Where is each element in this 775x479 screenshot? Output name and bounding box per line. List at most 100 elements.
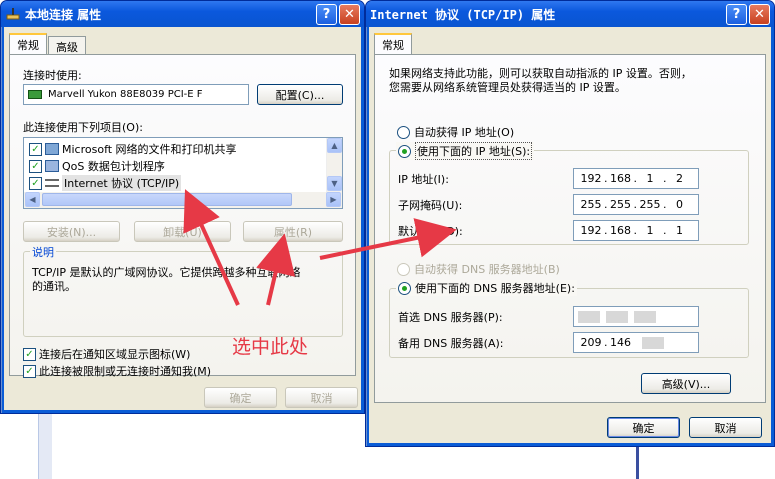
adapter-name: Marvell Yukon 88E8039 PCI-E F [48,89,203,100]
uninstall-button[interactable]: 卸载(U) [134,221,231,242]
left-title-bar: 本地连接 属性 ? ✕ [1,1,364,27]
mask-octet: 255 [639,198,661,211]
list-item-label: QoS 数据包计划程序 [62,160,165,173]
general-tab-page: 连接时使用: Marvell Yukon 88E8039 PCI-E F 配置(… [9,54,356,379]
description-group: 说明 TCP/IP 是默认的广域网协议。它提供跨越多种互联网络 的通讯。 [23,244,343,337]
dns-octet: 146 [610,336,631,349]
right-general-page: 如果网络支持此功能，则可以获取自动指派的 IP 设置。否则， 您需要从网络系统管… [374,54,766,403]
manual-ip-label: 使用下面的 IP 地址(S): [415,142,533,160]
mask-label: 子网掩码(U): [398,199,463,212]
right-client-area: 常规 如果网络支持此功能，则可以获取自动指派的 IP 设置。否则， 您需要从网络… [369,27,771,443]
share-icon [45,143,59,155]
show-icon-label: 连接后在通知区域显示图标(W) [39,348,191,361]
redacted-octet [641,336,664,349]
gateway-field[interactable]: 192. 168. 1. 1 [573,220,699,241]
annotation-text: 选中此处 [232,336,309,358]
checkbox-checked[interactable]: ✓ [29,142,42,156]
list-item[interactable]: ✓ Internet 协议 (TCP/IP) [29,175,182,191]
description-title: 说明 [30,244,56,260]
checkbox-checked[interactable]: ✓ [29,176,42,190]
right-cancel-button[interactable]: 取消 [689,417,762,438]
left-ok-button[interactable]: 确定 [204,387,277,408]
ip-address-field[interactable]: 192. 168. 1. 2 [573,168,699,189]
qos-icon [45,160,59,172]
mask-octet: 255 [610,198,631,211]
checkbox-checked[interactable]: ✓ [23,364,36,378]
left-tabs: 常规 高级 [9,33,87,55]
checkbox-checked[interactable]: ✓ [29,159,42,173]
intro-line-2: 您需要从网络系统管理员处获得适当的 IP 设置。 [389,81,626,94]
close-button[interactable]: ✕ [339,3,360,25]
advanced-button[interactable]: 高级(V)... [641,373,731,394]
manual-dns-label: 使用下面的 DNS 服务器地址(E): [415,282,575,295]
protocol-icon [45,179,59,187]
manual-ip-option[interactable]: 使用下面的 IP 地址(S): [396,142,535,160]
primary-dns-label: 首选 DNS 服务器(P): [398,311,503,324]
scroll-thumb[interactable] [42,193,292,206]
background-divider [38,408,52,479]
local-connection-properties-window: 本地连接 属性 ? ✕ 常规 高级 连接时使用: Marvell Yukon 8… [0,0,365,414]
dns-octet: 209 [580,336,602,349]
manual-dns-option[interactable]: 使用下面的 DNS 服务器地址(E): [396,280,577,296]
tab-advanced[interactable]: 高级 [48,36,86,55]
scroll-up-arrow-icon[interactable]: ▲ [327,138,342,153]
gateway-octet: 168 [610,224,631,237]
list-item[interactable]: ✓ Microsoft 网络的文件和打印机共享 [29,141,237,157]
left-cancel-button[interactable]: 取消 [285,387,358,408]
ip-octet: 192 [580,172,602,185]
help-button[interactable]: ? [726,3,747,25]
gateway-octet: 192 [580,224,602,237]
scroll-right-arrow-icon[interactable]: ▶ [326,192,341,207]
tab-general[interactable]: 常规 [374,33,412,54]
auto-dns-option[interactable]: 自动获得 DNS 服务器地址(B) [397,261,560,277]
close-button[interactable]: ✕ [749,3,770,25]
checkbox-checked[interactable]: ✓ [23,347,36,361]
gateway-label: 默认网关(D): [398,225,463,238]
secondary-dns-field[interactable]: 209. 146 [573,332,699,353]
auto-ip-label: 自动获得 IP 地址(O) [414,126,515,139]
adapter-field: Marvell Yukon 88E8039 PCI-E F [23,84,249,105]
primary-dns-field[interactable] [573,306,699,327]
radio-unselected[interactable] [397,125,410,139]
notify-label: 此连接被限制或无连接时通知我(M) [39,365,212,378]
items-label: 此连接使用下列项目(O): [23,121,143,134]
redacted-octet [578,310,600,323]
components-list: ✓ Microsoft 网络的文件和打印机共享 ✓ QoS 数据包计划程序 ✓ … [23,137,343,209]
ip-octet: 2 [676,172,683,185]
help-button[interactable]: ? [316,3,337,25]
subnet-mask-field[interactable]: 255. 255. 255. 0 [573,194,699,215]
install-button[interactable]: 安装(N)... [23,221,120,242]
auto-dns-label: 自动获得 DNS 服务器地址(B) [414,263,560,276]
tab-general[interactable]: 常规 [9,33,47,54]
scroll-down-arrow-icon[interactable]: ▼ [327,176,342,191]
dns-settings-group: 使用下面的 DNS 服务器地址(E): 首选 DNS 服务器(P): 备用 DN… [389,280,749,358]
left-window-title: 本地连接 属性 [25,7,102,22]
right-tabs: 常规 [374,33,413,54]
right-ok-button[interactable]: 确定 [607,417,680,438]
configure-button[interactable]: 配置(C)... [257,84,343,105]
radio-disabled[interactable] [397,262,410,276]
radio-selected[interactable] [398,144,411,158]
ip-label: IP 地址(I): [398,173,449,186]
scroll-left-arrow-icon[interactable]: ◀ [25,192,40,207]
show-icon-option[interactable]: ✓ 连接后在通知区域显示图标(W) [23,346,190,362]
mask-octet: 255 [580,198,602,211]
secondary-dns-label: 备用 DNS 服务器(A): [398,337,504,350]
description-line-2: 的通讯。 [32,280,76,293]
radio-selected[interactable] [398,281,411,295]
list-item-label: Internet 协议 (TCP/IP) [62,175,182,191]
right-title-bar: Internet 协议 (TCP/IP) 属性 ? ✕ [366,1,774,27]
redacted-octet [634,310,656,323]
list-item-label: Microsoft 网络的文件和打印机共享 [62,143,237,156]
redacted-octet [606,310,628,323]
properties-button[interactable]: 属性(R) [243,221,343,242]
network-connection-icon [5,6,21,22]
ip-settings-group: 使用下面的 IP 地址(S): IP 地址(I): 192. 168. 1. 2… [389,142,749,245]
tcpip-properties-window: Internet 协议 (TCP/IP) 属性 ? ✕ 常规 如果网络支持此功能… [365,0,775,447]
vertical-scrollbar[interactable]: ▲ ▼ [326,138,342,193]
horizontal-scrollbar[interactable]: ◀ ▶ [24,192,342,208]
network-adapter-icon [28,90,42,99]
auto-ip-option[interactable]: 自动获得 IP 地址(O) [397,124,514,140]
notify-option[interactable]: ✓ 此连接被限制或无连接时通知我(M) [23,363,211,379]
list-item[interactable]: ✓ QoS 数据包计划程序 [29,158,165,174]
